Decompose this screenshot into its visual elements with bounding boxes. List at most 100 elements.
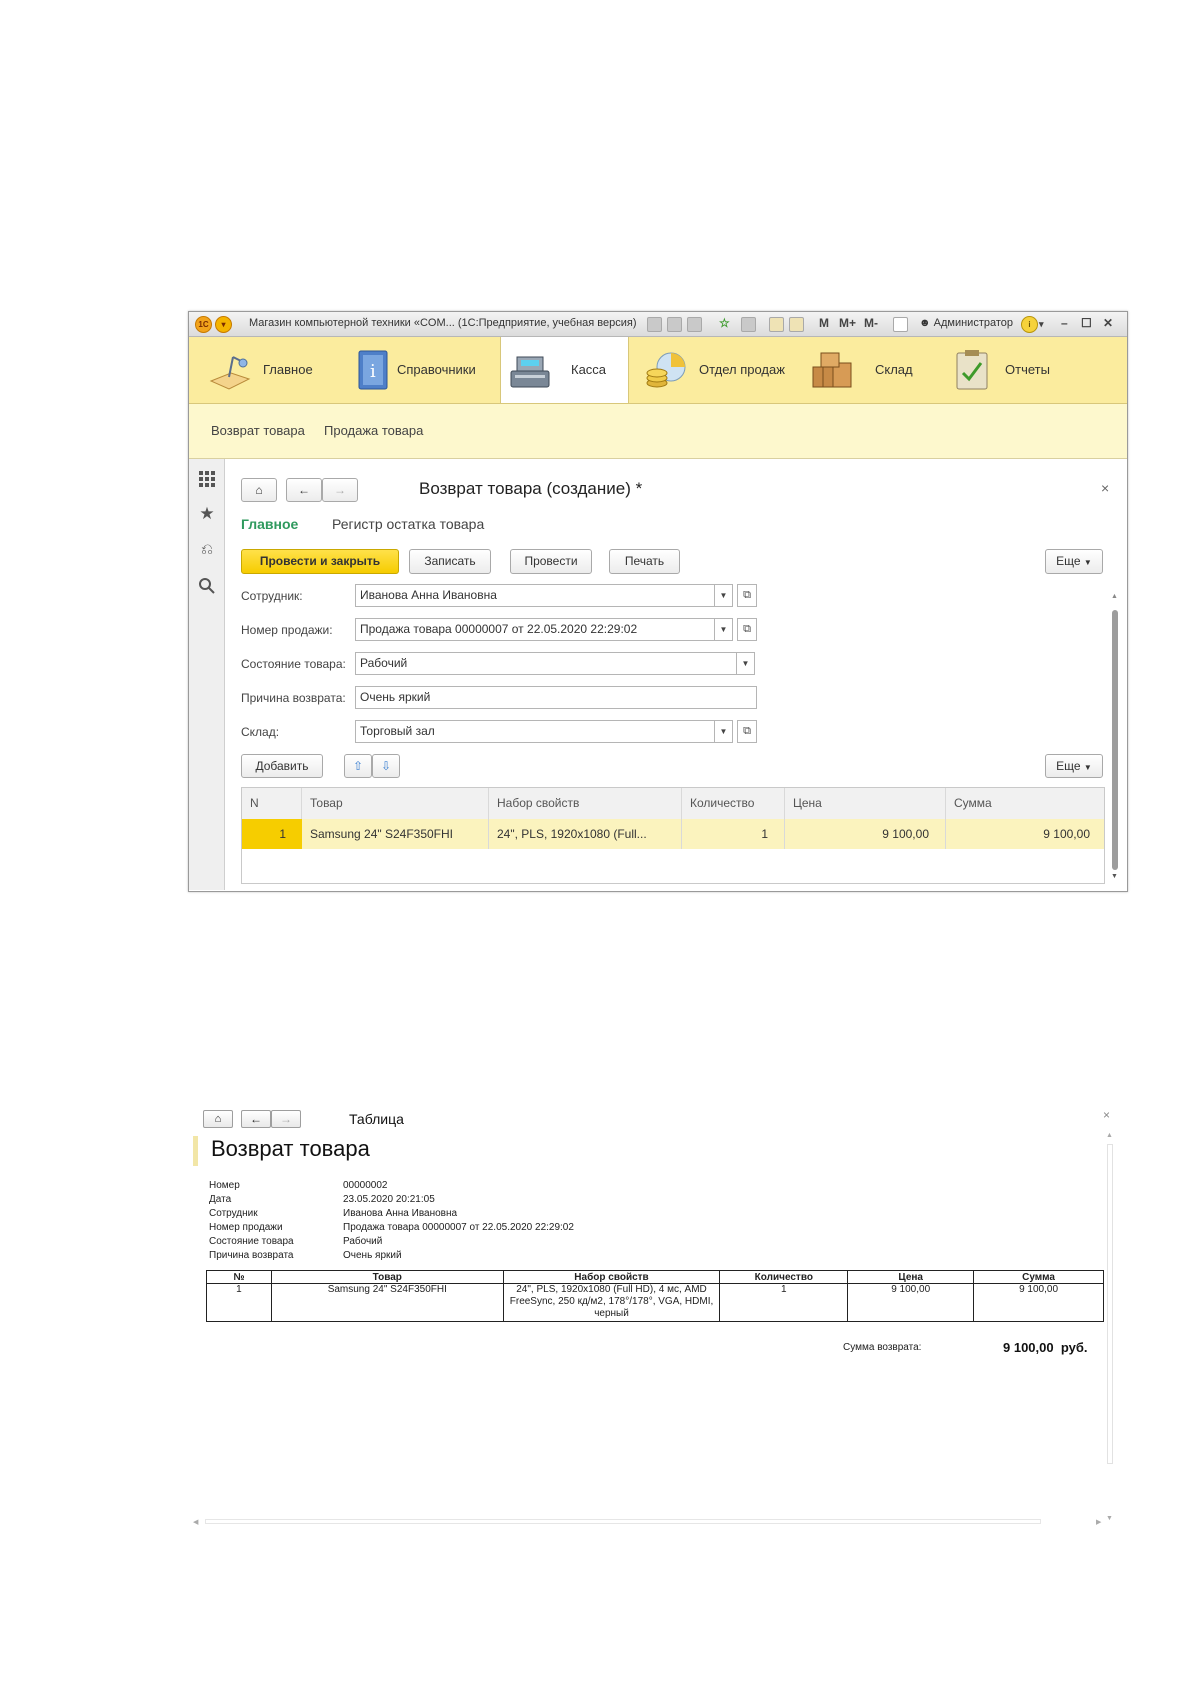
employee-dropdown-icon[interactable]: ▼ xyxy=(715,584,733,607)
col-properties[interactable]: Набор свойств xyxy=(489,788,682,819)
scroll-h-thumb[interactable] xyxy=(205,1519,1041,1524)
warehouse-open-icon[interactable]: ⧉ xyxy=(737,720,757,743)
report-close-icon[interactable]: × xyxy=(1103,1108,1110,1122)
subsection-prodazha[interactable]: Продажа товара xyxy=(324,423,423,438)
save-icon[interactable] xyxy=(647,317,662,332)
report-cell-product: Samsung 24" S24F350FHI xyxy=(270,1283,504,1322)
panels-icon[interactable] xyxy=(893,317,908,332)
forward-button[interactable]: → xyxy=(322,478,358,502)
main-menu-icon[interactable]: ▾ xyxy=(215,316,232,333)
back-button[interactable]: ← xyxy=(286,478,322,502)
report-vscrollbar[interactable]: ▲ ▼ xyxy=(1106,1132,1114,1527)
memory-m-button[interactable]: M xyxy=(819,316,829,330)
warehouse-dropdown-icon[interactable]: ▼ xyxy=(715,720,733,743)
col-n[interactable]: N xyxy=(242,788,302,819)
employee-field[interactable]: Иванова Анна Ивановна xyxy=(355,584,715,607)
cell-properties[interactable]: 24", PLS, 1920x1080 (Full... xyxy=(489,819,682,849)
add-row-button[interactable]: Добавить xyxy=(241,754,323,778)
search-icon[interactable] xyxy=(198,577,216,595)
apps-grid-icon[interactable] xyxy=(198,470,216,488)
reason-field[interactable]: Очень яркий xyxy=(355,686,757,709)
section-otdel-prodazh[interactable]: Отдел продаж xyxy=(643,337,793,403)
section-sklad[interactable]: Склад xyxy=(809,337,919,403)
table-more-button[interactable]: Еще ▼ xyxy=(1045,754,1103,778)
employee-open-icon[interactable]: ⧉ xyxy=(737,584,757,607)
scroll-thumb[interactable] xyxy=(1112,610,1118,870)
favorites-star-icon[interactable]: ☆ xyxy=(719,316,730,330)
cell-price[interactable]: 9 100,00 xyxy=(785,819,946,849)
maximize-icon[interactable]: ☐ xyxy=(1081,316,1092,330)
report-cell-price: 9 100,00 xyxy=(847,1283,975,1322)
report-hscrollbar[interactable]: ◀ ▶ xyxy=(193,1518,1106,1526)
chevron-down-icon: ▼ xyxy=(1083,763,1092,772)
scroll-left-icon[interactable]: ◀ xyxy=(193,1518,198,1526)
cell-quantity[interactable]: 1 xyxy=(682,819,785,849)
scroll-up-icon[interactable]: ▲ xyxy=(1111,593,1118,600)
memory-plus-button[interactable]: M+ xyxy=(839,316,856,330)
cell-sum[interactable]: 9 100,00 xyxy=(946,819,1104,849)
scroll-right-icon[interactable]: ▶ xyxy=(1096,1518,1101,1526)
print-icon[interactable] xyxy=(667,317,682,332)
detail-label: Номер продажи xyxy=(209,1222,283,1233)
form-scrollbar[interactable]: ▲ ▼ xyxy=(1110,593,1120,883)
report-home-button[interactable]: ⌂ xyxy=(203,1110,233,1128)
section-kassa[interactable]: Касса xyxy=(507,337,625,403)
table-header: N Товар Набор свойств Количество Цена Су… xyxy=(242,788,1104,820)
col-price[interactable]: Цена xyxy=(785,788,946,819)
sale-dropdown-icon[interactable]: ▼ xyxy=(715,618,733,641)
move-down-button[interactable]: ⇩ xyxy=(372,754,400,778)
tab-register[interactable]: Регистр остатка товара xyxy=(332,516,484,532)
print-button[interactable]: Печать xyxy=(609,549,680,574)
close-window-icon[interactable]: ✕ xyxy=(1103,316,1113,330)
subsection-bar: Возврат товара Продажа товара xyxy=(189,404,1127,459)
sale-open-icon[interactable]: ⧉ xyxy=(737,618,757,641)
cell-n[interactable]: 1 xyxy=(242,819,302,849)
condition-field[interactable]: Рабочий xyxy=(355,652,737,675)
post-and-close-button[interactable]: Провести и закрыть xyxy=(241,549,399,574)
table-row[interactable]: 1 Samsung 24" S24F350FHI 24", PLS, 1920x… xyxy=(242,819,1104,849)
col-sum[interactable]: Сумма xyxy=(946,788,1104,819)
app-logo-icon[interactable]: 1C xyxy=(195,316,212,333)
info-dropdown-icon[interactable]: ▾ xyxy=(1039,319,1044,330)
calculator-icon[interactable] xyxy=(769,317,784,332)
col-product[interactable]: Товар xyxy=(302,788,489,819)
close-form-icon[interactable]: × xyxy=(1101,480,1109,496)
minimize-icon[interactable]: – xyxy=(1061,316,1068,330)
section-otchety[interactable]: Отчеты xyxy=(949,337,1059,403)
report-back-button[interactable]: ← xyxy=(241,1110,271,1128)
cell-product[interactable]: Samsung 24" S24F350FHI xyxy=(302,819,489,849)
more-button[interactable]: Еще ▼ xyxy=(1045,549,1103,574)
report-col-sum: Сумма xyxy=(973,1270,1104,1284)
scroll-down-icon[interactable]: ▼ xyxy=(1111,873,1118,880)
history-icon[interactable]: ⎌ xyxy=(198,541,216,559)
preview-icon[interactable] xyxy=(687,317,702,332)
condition-dropdown-icon[interactable]: ▼ xyxy=(737,652,755,675)
home-icon: ⌂ xyxy=(255,483,263,497)
move-up-button[interactable]: ⇧ xyxy=(344,754,372,778)
arrow-right-icon: → xyxy=(280,1112,292,1126)
user-name[interactable]: ☻ Администратор xyxy=(919,317,1013,329)
goods-table: N Товар Набор свойств Количество Цена Су… xyxy=(241,787,1105,884)
scroll-thumb[interactable] xyxy=(1107,1144,1113,1464)
sale-number-field[interactable]: Продажа товара 00000007 от 22.05.2020 22… xyxy=(355,618,715,641)
warehouse-field[interactable]: Торговый зал xyxy=(355,720,715,743)
post-button[interactable]: Провести xyxy=(510,549,592,574)
scroll-up-icon[interactable]: ▲ xyxy=(1106,1132,1113,1139)
report-forward-button[interactable]: → xyxy=(271,1110,301,1128)
reason-label: Причина возврата: xyxy=(241,691,346,705)
memory-minus-button[interactable]: M- xyxy=(864,316,878,330)
scroll-down-icon[interactable]: ▼ xyxy=(1106,1515,1113,1522)
save-button[interactable]: Записать xyxy=(409,549,491,574)
section-spravochniki[interactable]: i Справочники xyxy=(351,337,491,403)
info-icon[interactable]: i xyxy=(1021,316,1038,333)
detail-value: Иванова Анна Ивановна xyxy=(343,1208,458,1219)
favorites-star-icon[interactable]: ★ xyxy=(198,505,216,523)
section-glavnoe[interactable]: Главное xyxy=(207,337,327,403)
home-button[interactable]: ⌂ xyxy=(241,478,277,502)
subsection-vozvrat[interactable]: Возврат товара xyxy=(211,423,305,438)
calendar-icon[interactable] xyxy=(789,317,804,332)
condition-label: Состояние товара: xyxy=(241,657,346,671)
link-icon[interactable] xyxy=(741,317,756,332)
col-quantity[interactable]: Количество xyxy=(682,788,785,819)
tab-main[interactable]: Главное xyxy=(241,516,298,532)
